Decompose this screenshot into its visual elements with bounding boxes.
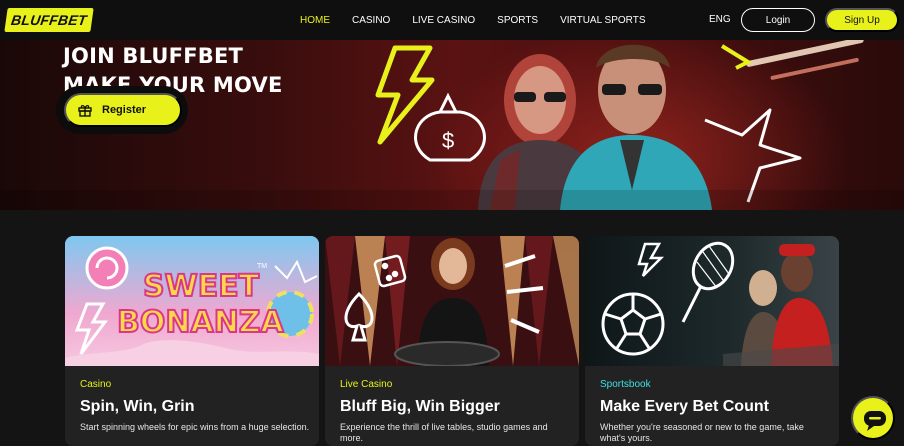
card-category: Sportsbook — [600, 379, 651, 390]
lightning-icon — [375, 45, 435, 145]
card-title: Bluff Big, Win Bigger — [340, 398, 500, 415]
card-casino[interactable]: SWEET BONANZA TM Casino Spin, Win, Grin … — [65, 236, 319, 446]
card-sportsbook[interactable]: Sportsbook Make Every Bet Count Whether … — [585, 236, 839, 446]
card-title: Make Every Bet Count — [600, 398, 769, 415]
logo-text: BLUFFBET — [4, 8, 94, 32]
sweet-logo-text: SWEET — [143, 269, 260, 304]
svg-text:$: $ — [442, 128, 454, 153]
signup-button[interactable]: Sign Up — [825, 8, 899, 32]
hero-title-line-1: JOIN BLUFFBET — [63, 44, 244, 68]
nav-item-home[interactable]: HOME — [300, 15, 330, 26]
top-navbar: BLUFFBET HOME CASINO LIVE CASINO SPORTS … — [0, 0, 904, 40]
card-sportsbook-image — [585, 236, 839, 366]
nav-item-sports[interactable]: SPORTS — [497, 15, 538, 26]
card-description: Whether you're seasoned or new to the ga… — [600, 422, 804, 443]
nav-item-virtual-sports[interactable]: VIRTUAL SPORTS — [560, 15, 645, 26]
nav-item-live-casino[interactable]: LIVE CASINO — [412, 15, 475, 26]
gift-icon — [78, 105, 92, 117]
roulette-wheel — [394, 341, 500, 366]
card-category: Live Casino — [340, 379, 393, 390]
bonanza-logo-text: BONANZA — [117, 305, 285, 340]
trademark-text: TM — [257, 263, 267, 270]
neon-lights — [746, 40, 864, 80]
nav-item-casino[interactable]: CASINO — [352, 15, 390, 26]
chat-icon — [864, 411, 886, 431]
bluffbet-logo[interactable]: BLUFFBET — [4, 8, 94, 32]
live-chat-button[interactable] — [851, 396, 895, 440]
card-live-casino[interactable]: Live Casino Bluff Big, Win Bigger Experi… — [325, 236, 579, 446]
card-category: Casino — [80, 379, 112, 390]
card-live-casino-image — [325, 236, 579, 366]
register-label: Register — [102, 104, 147, 116]
main-menu: HOME CASINO LIVE CASINO SPORTS VIRTUAL S… — [300, 0, 668, 40]
lollipop-icon — [85, 246, 129, 290]
arrow-icon — [720, 44, 753, 70]
card-description: Start spinning wheels for epic wins from… — [80, 422, 310, 432]
sparkle-icon — [704, 108, 802, 203]
card-title: Spin, Win, Grin — [80, 398, 195, 415]
card-casino-image: SWEET BONANZA TM — [65, 236, 319, 366]
language-selector[interactable]: ENG — [709, 14, 731, 25]
card-description: Experience the thrill of live tables, st… — [340, 422, 548, 443]
hero-man — [560, 44, 712, 210]
money-bag-icon: $ — [414, 92, 486, 162]
login-button[interactable]: Login — [741, 8, 815, 32]
